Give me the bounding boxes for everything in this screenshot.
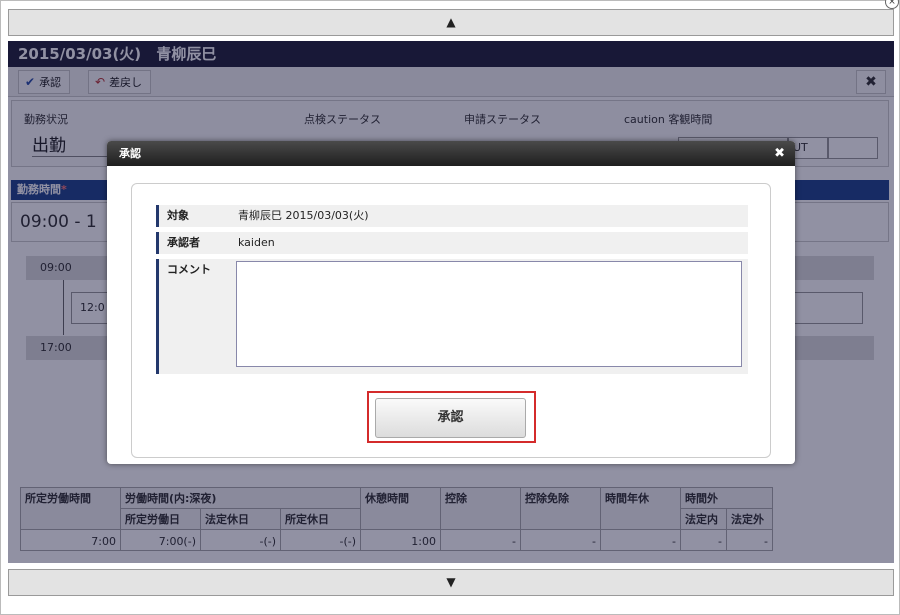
target-row: 対象 青柳辰巳 2015/03/03(火) bbox=[156, 205, 748, 227]
approver-label: 承認者 bbox=[156, 232, 230, 254]
comment-textarea[interactable] bbox=[236, 261, 742, 367]
approver-value: kaiden bbox=[238, 236, 275, 249]
comment-row: コメント bbox=[156, 259, 748, 374]
close-icon[interactable]: ✖ bbox=[774, 141, 785, 166]
dialog-title: 承認 bbox=[119, 147, 141, 160]
approve-button[interactable]: 承認 bbox=[375, 398, 526, 438]
dialog-body: 対象 青柳辰巳 2015/03/03(火) 承認者 kaiden コメント 承認 bbox=[131, 183, 771, 458]
approval-dialog: 承認 ✖ 対象 青柳辰巳 2015/03/03(火) 承認者 kaiden コメ… bbox=[107, 141, 795, 464]
target-label: 対象 bbox=[156, 205, 230, 227]
scroll-up-button[interactable]: ▲ bbox=[8, 9, 894, 36]
window-frame: × ▲ 2015/03/03(火) 青柳辰巳 ✔ 承認 ↶ 差戻し ✖ 勤務状況 出… bbox=[0, 0, 900, 615]
dialog-header: 承認 ✖ bbox=[107, 141, 795, 166]
scroll-down-button[interactable]: ▼ bbox=[8, 569, 894, 596]
approver-row: 承認者 kaiden bbox=[156, 232, 748, 254]
comment-label: コメント bbox=[156, 259, 230, 374]
target-value: 青柳辰巳 2015/03/03(火) bbox=[238, 209, 369, 222]
close-icon[interactable]: × bbox=[885, 0, 899, 9]
